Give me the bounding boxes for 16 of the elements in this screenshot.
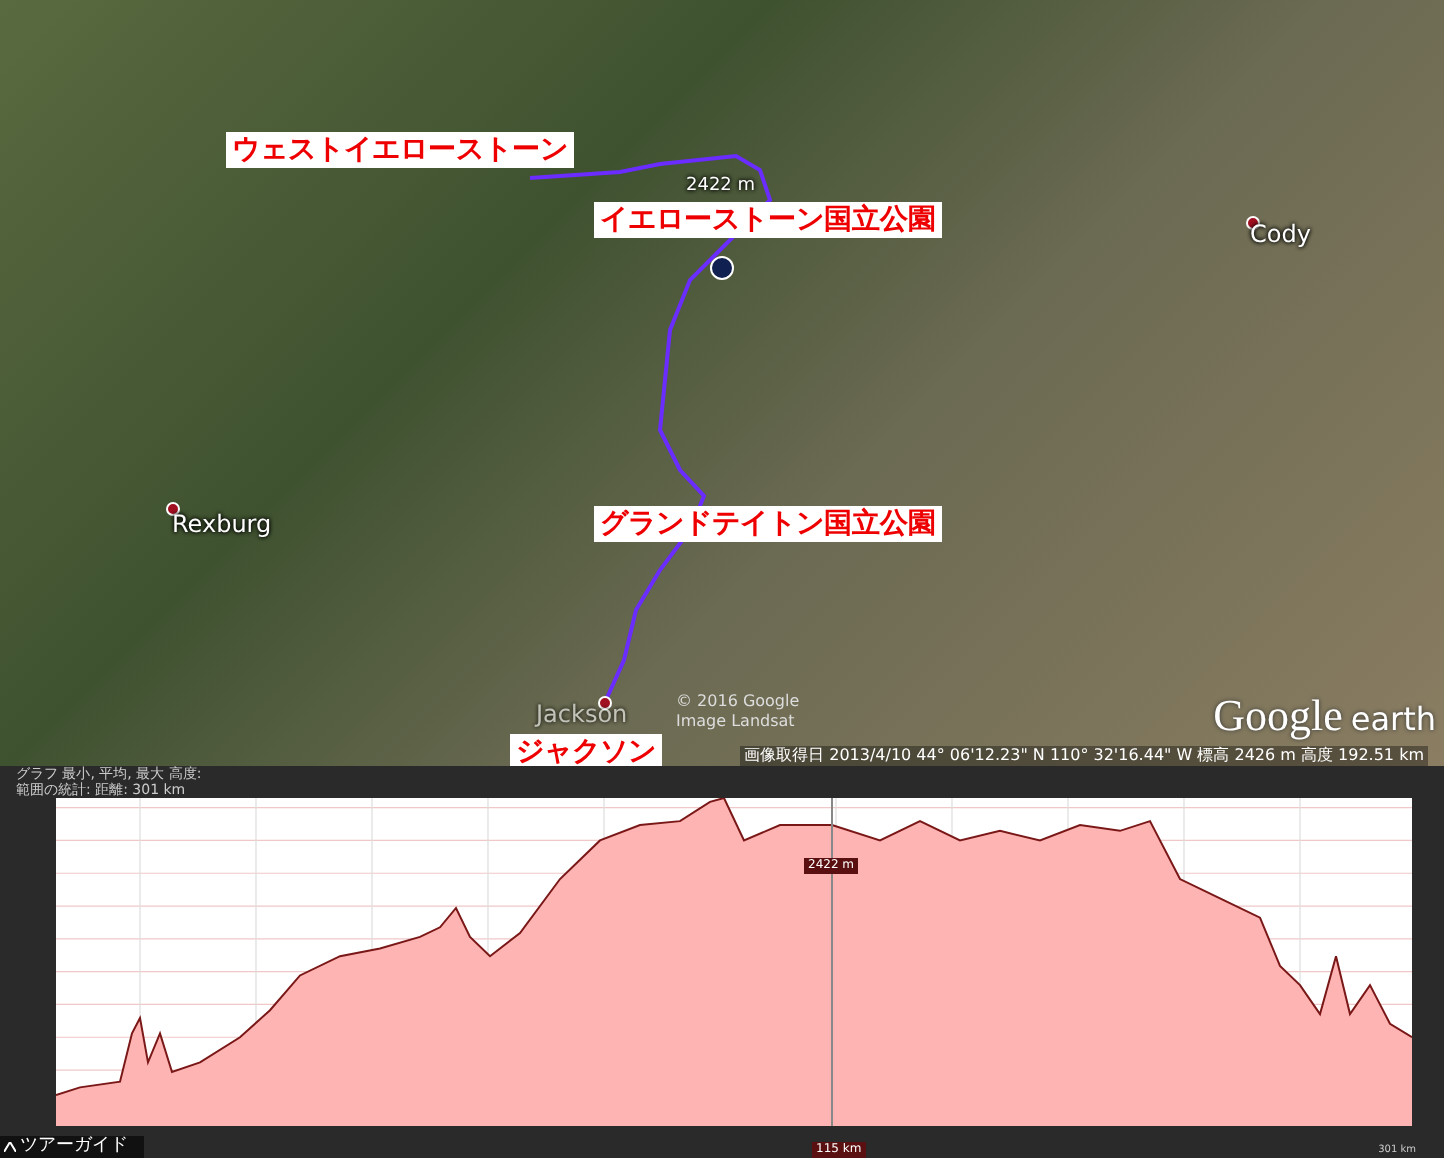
caret-icon (4, 1142, 16, 1152)
app-logo: Google earth (1213, 690, 1436, 742)
place-callout[interactable]: イエローストーン国立公園 (594, 202, 942, 238)
place-callout[interactable]: ウェストイエローストーン (226, 132, 574, 168)
status-bar: 画像取得日 2013/4/10 44° 06'12.23" N 110° 32'16.44" W 標高 2426 m 高度 192.51 km (740, 746, 1428, 766)
attribution-text: © 2016 Google Image Landsat (676, 692, 800, 732)
place-label[interactable]: Cody (1250, 220, 1311, 248)
elevation-label: 2422 m (686, 176, 756, 196)
place-callout[interactable]: グランドテイトン国立公園 (594, 506, 942, 542)
place-label[interactable]: Rexburg (172, 510, 272, 538)
place-callout[interactable]: ジャクソン (510, 734, 662, 766)
tour-guide-button[interactable]: ツアーガイド (0, 1136, 144, 1158)
satellite-map[interactable]: ウェストイエローストーン イエローストーン国立公園 グランドテイトン国立公園 ジャクソン Rexburg Cody Jackson 2422 m © 2016 Google Image Landsat Google earth 画像取得日 2013/4/10 44° 06'12.23" N 110° 32'16.44" W 標高 2426 m 高度 192.51 km (0, 0, 1444, 766)
place-label[interactable]: Jackson (536, 700, 628, 728)
placemark-icon[interactable] (710, 256, 734, 280)
placemark-icon[interactable] (166, 502, 180, 516)
